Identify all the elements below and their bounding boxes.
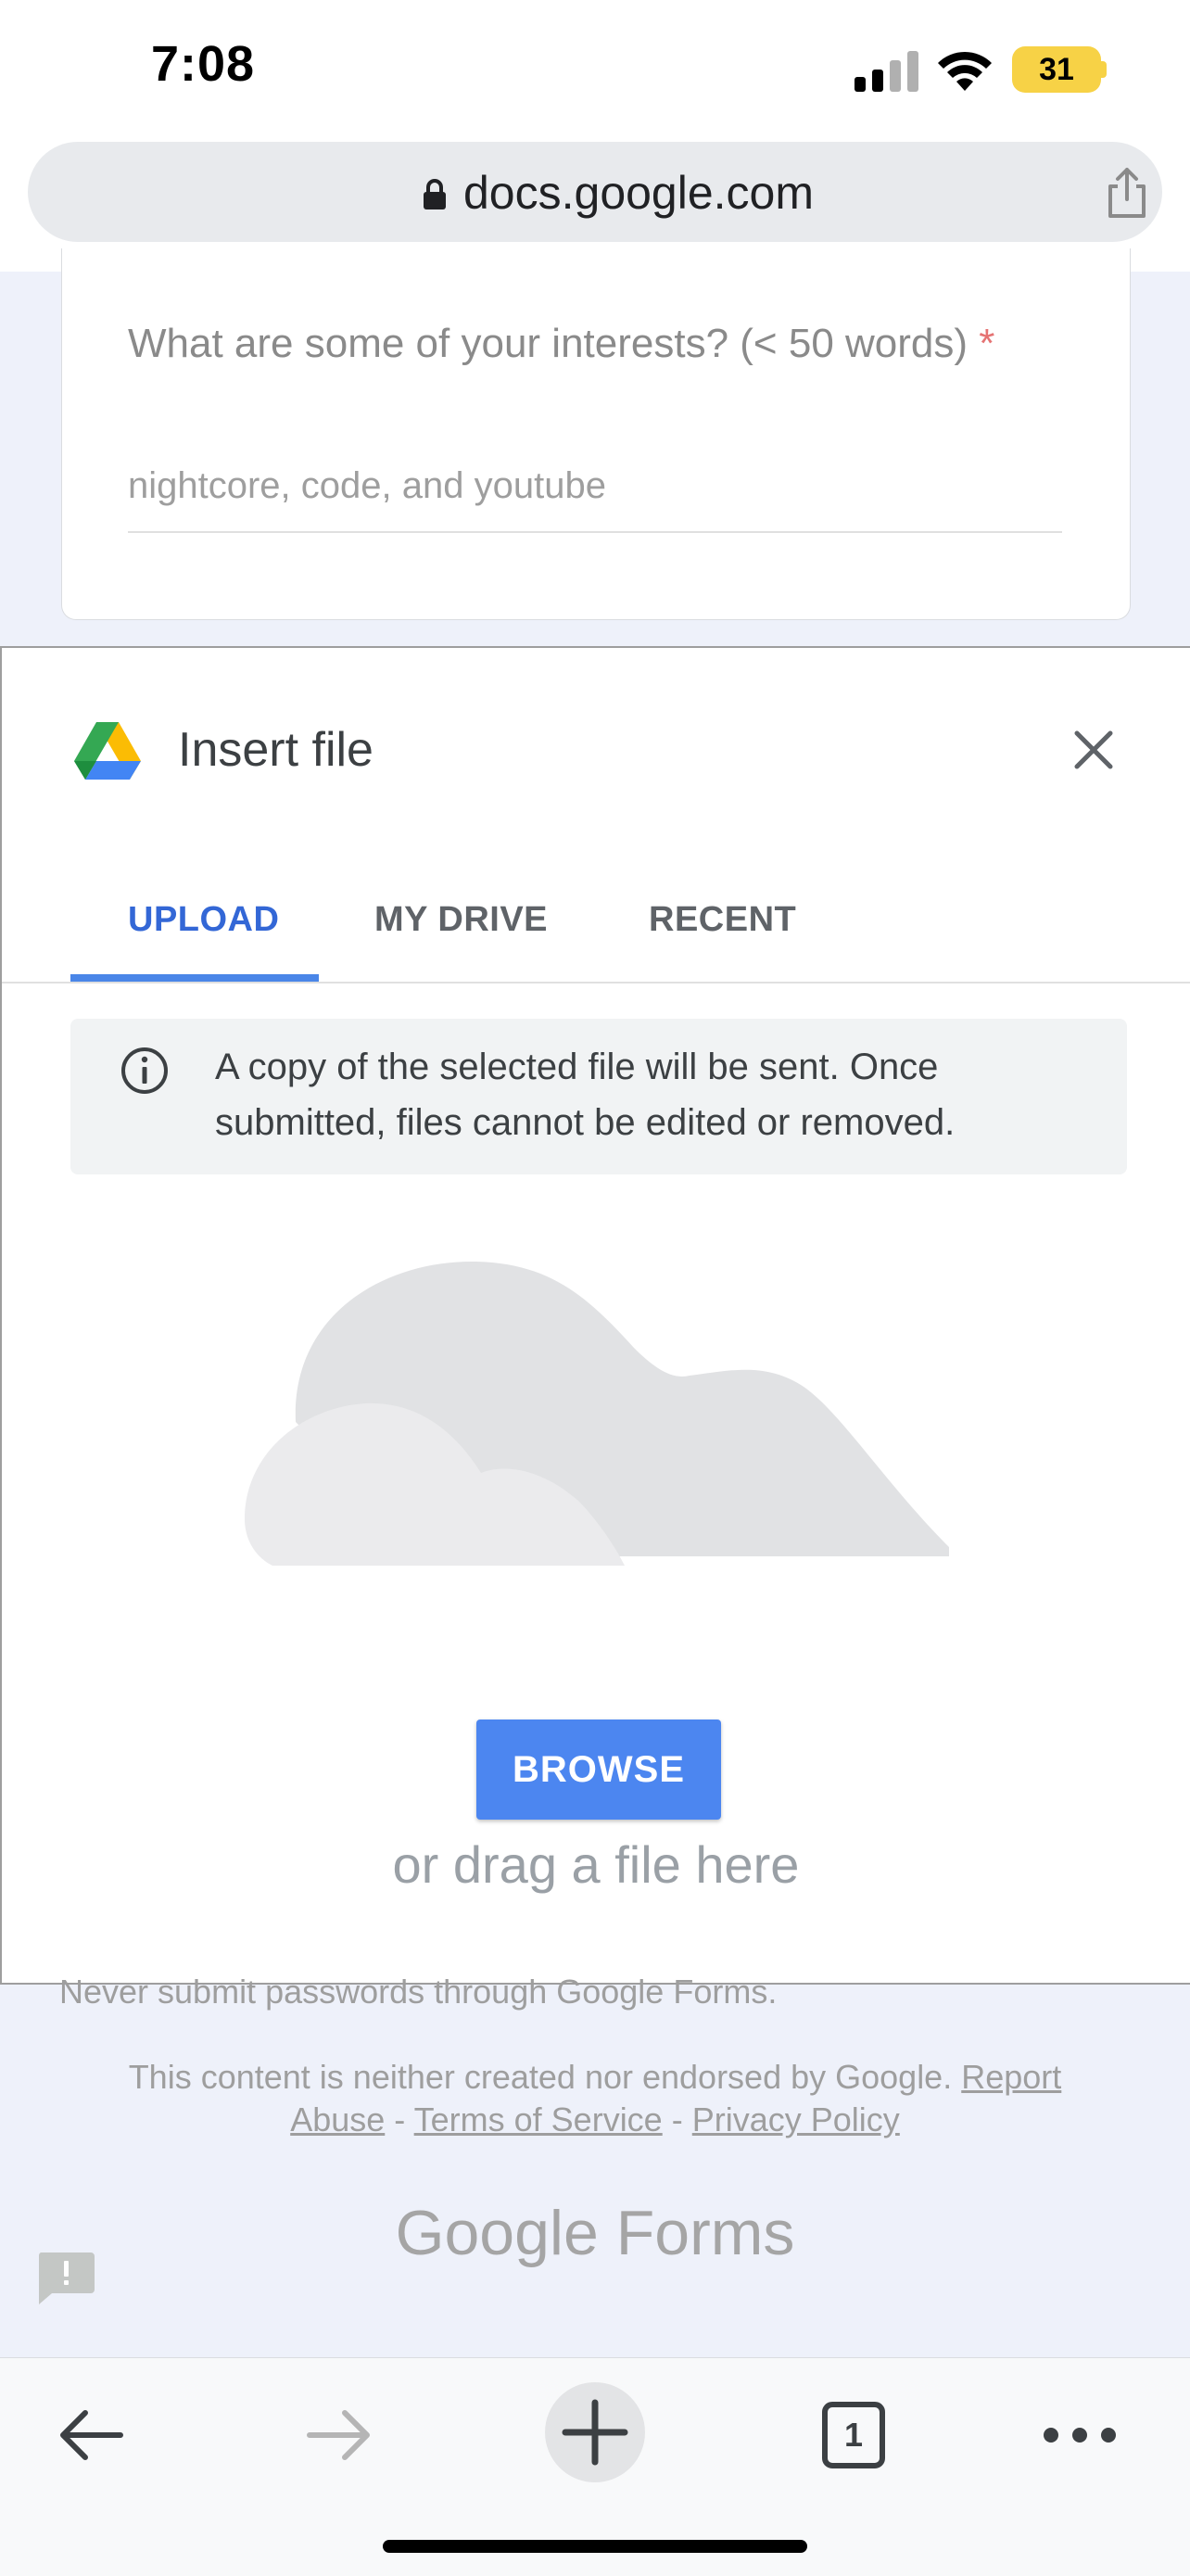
browse-button[interactable]: BROWSE xyxy=(476,1719,721,1820)
footer-separator: - xyxy=(394,2100,406,2138)
google-forms-logo: Google Forms xyxy=(0,2197,1190,2269)
terms-link[interactable]: Terms of Service xyxy=(414,2100,663,2138)
tabs-button[interactable]: 1 xyxy=(812,2393,895,2477)
lock-icon xyxy=(424,179,446,209)
more-icon[interactable] xyxy=(1038,2393,1121,2477)
tabs-count: 1 xyxy=(843,2416,864,2454)
tab-my-drive[interactable]: MY DRIVE xyxy=(374,900,548,940)
google-drive-icon xyxy=(74,722,141,780)
address-bar[interactable]: docs.google.com xyxy=(28,142,1162,242)
cloud-illustration xyxy=(245,1261,950,1566)
answer-underline xyxy=(128,531,1062,533)
password-warning: Never submit passwords through Google Fo… xyxy=(59,1973,778,2011)
notice-box: A copy of the selected file will be sent… xyxy=(70,1019,1127,1174)
status-bar: 7:08 31 xyxy=(0,0,1190,134)
info-icon xyxy=(121,1047,168,1094)
active-tab-indicator xyxy=(70,974,319,982)
battery-indicator: 31 xyxy=(1012,46,1101,93)
url-text: docs.google.com xyxy=(463,167,815,219)
question-text: What are some of your interests? (< 50 w… xyxy=(128,321,968,366)
footer-separator: - xyxy=(671,2100,683,2138)
close-icon[interactable] xyxy=(1068,724,1120,776)
share-icon[interactable] xyxy=(1101,166,1153,220)
wifi-icon xyxy=(938,51,992,91)
dialog-tabs: UPLOAD MY DRIVE RECENT xyxy=(2,889,1190,983)
back-arrow-icon[interactable] xyxy=(50,2393,133,2477)
tab-upload[interactable]: UPLOAD xyxy=(128,900,279,940)
disclaimer-text: This content is neither created nor endo… xyxy=(128,2058,953,2096)
insert-file-dialog: Insert file UPLOAD MY DRIVE RECENT A cop… xyxy=(0,646,1190,1985)
new-tab-button[interactable] xyxy=(545,2382,645,2482)
signal-icon xyxy=(855,51,918,92)
notice-text: A copy of the selected file will be sent… xyxy=(215,1047,956,1143)
forward-arrow-icon[interactable] xyxy=(297,2393,380,2477)
privacy-link[interactable]: Privacy Policy xyxy=(692,2100,900,2138)
answer-input[interactable]: nightcore, code, and youtube xyxy=(128,465,606,507)
dialog-title: Insert file xyxy=(178,723,373,777)
status-time: 7:08 xyxy=(151,36,256,92)
question-title: What are some of your interests? (< 50 w… xyxy=(128,321,994,367)
footer-disclaimer: This content is neither created nor endo… xyxy=(83,2056,1107,2141)
question-card xyxy=(61,248,1131,620)
logo-google: Google xyxy=(395,2198,599,2268)
drag-drop-hint: or drag a file here xyxy=(392,1835,800,1894)
plus-icon xyxy=(562,2399,628,2466)
tab-recent[interactable]: RECENT xyxy=(649,900,796,940)
required-marker: * xyxy=(979,321,995,366)
feedback-icon[interactable] xyxy=(35,2249,96,2306)
home-indicator xyxy=(383,2540,807,2553)
battery-tip xyxy=(1101,61,1107,78)
logo-forms: Forms xyxy=(615,2198,795,2268)
